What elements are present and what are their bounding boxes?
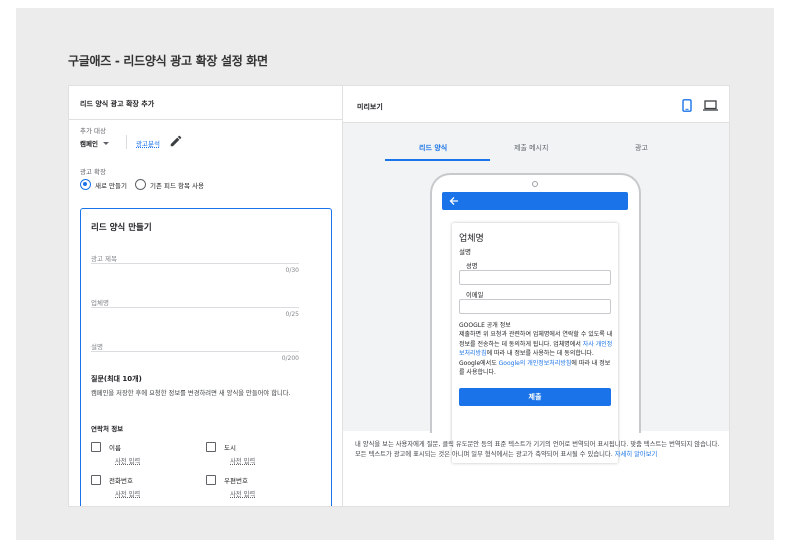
email-input[interactable] [459,299,611,314]
description-field[interactable]: 설명 [91,341,103,351]
pencil-icon[interactable] [169,134,183,148]
contact-info-title: 연락처 정보 [91,425,124,433]
radio-existing-label: 기존 피드 항목 사용 [149,181,205,190]
tab-lead-form[interactable]: 리드 양식 [419,143,447,153]
extension-settings-panel: 리드 양식 광고 확장 추가 추가 대상 캠페인 광고분석 광고 확장 새로 만… [69,86,343,506]
checkbox-text: 우편번호 사전 입력 [224,475,255,498]
questions-title: 질문(최대 10개) [91,375,142,383]
checkbox-label: 도시 [224,444,236,452]
lead-form-preview: 업체명 설명 성명 이메일 GOOGLE 공개 정보 제출하면 위 요청과 관련… [452,223,618,463]
headline-field[interactable]: 광고 제목 [91,253,117,263]
target-label: 추가 대상 [80,127,106,135]
preview-business-name: 업체명 [459,234,484,244]
chevron-down-icon [102,141,109,145]
checkbox-item-phone[interactable]: 전화번호 사전 입력 [91,475,140,498]
radio-existing[interactable] [134,179,146,190]
campaign-type-value: 캠페인 [80,140,98,148]
laptop-device-icon[interactable] [703,100,718,111]
prefill-link[interactable]: 사전 입력 [230,456,255,465]
phone-mockup: 업체명 설명 성명 이메일 GOOGLE 공개 정보 제출하면 위 요청과 관련… [430,173,641,463]
checkbox-item-zip[interactable]: 우편번호 사전 입력 [206,475,255,498]
checkbox-item-name[interactable]: 이름 사전 입력 [91,442,140,465]
checkbox-label: 전화번호 [109,477,133,485]
submit-button[interactable]: 제출 [459,388,611,406]
name-input[interactable] [459,270,611,285]
radio-new-label: 새로 만들기 [95,181,127,190]
panel-title: 리드 양식 광고 확장 추가 [80,100,155,108]
campaign-type-dropdown[interactable]: 캠페인 [80,138,109,148]
tab-ad[interactable]: 광고 [635,143,648,153]
translation-notice: 내 양식을 보는 사용자에게 질문, 클릭 유도문안 등의 표준 텍스트가 기기… [355,440,723,460]
notice-text: 내 양식을 보는 사용자에게 질문, 클릭 유도문안 등의 표준 텍스트가 기기… [355,441,720,458]
card-title: 리드 양식 만들기 [91,223,152,233]
field-underline [91,307,299,308]
checkbox[interactable] [206,475,216,485]
back-arrow-icon[interactable] [449,196,459,206]
campaign-name-link[interactable]: 광고분석 [136,138,160,148]
checkbox-text: 이름 사전 입력 [109,442,140,465]
prefill-link[interactable]: 사전 입력 [115,489,140,498]
checkbox-label: 우편번호 [224,477,248,485]
prefill-link[interactable]: 사전 입력 [115,456,140,465]
google-disclosure-title: GOOGLE 공개 정보 [459,322,511,329]
business-name-field[interactable]: 업체명 [91,297,109,307]
preview-title: 미리보기 [357,103,383,111]
extension-label: 광고 확장 [80,168,106,176]
phone-camera [532,181,538,187]
name-input-label: 성명 [466,263,478,270]
checkbox-text: 도시 사전 입력 [224,442,255,465]
business-name-counter: 0/25 [285,311,299,318]
questions-description: 캠페인을 저장한 후에 요청한 정보를 변경하려면 새 양식을 만들어야 합니다… [91,390,291,397]
divider [69,119,342,120]
email-input-label: 이메일 [466,292,484,299]
description-counter: 0/200 [281,355,299,362]
mobile-device-icon[interactable] [682,99,692,112]
preview-description: 설명 [459,248,471,256]
field-underline [91,351,299,352]
checkbox[interactable] [91,442,101,452]
lead-form-card: 리드 양식 만들기 광고 제목 0/30 업체명 0/25 설명 0/200 질… [80,208,332,506]
preview-panel: 미리보기 리드 양식 제출 메시지 광고 업체명 설명 성명 이메일 GOOGL… [343,86,729,506]
field-underline [91,263,299,264]
extension-radio-group: 새로 만들기 기존 피드 항목 사용 [80,179,212,190]
checkbox[interactable] [206,442,216,452]
learn-more-link[interactable]: 자세히 알아보기 [615,451,658,458]
ads-extension-window: 리드 양식 광고 확장 추가 추가 대상 캠페인 광고분석 광고 확장 새로 만… [68,85,730,507]
checkbox-label: 이름 [109,444,121,452]
active-tab-indicator [385,159,490,161]
checkbox[interactable] [91,475,101,485]
radio-new[interactable] [80,179,91,190]
tab-submit-message[interactable]: 제출 메시지 [514,143,548,153]
headline-counter: 0/30 [285,267,299,274]
google-disclosure-text: 제출하면 위 요청과 관련하여 업체명에서 연락할 수 있도록 내 정보를 전송… [459,330,613,378]
page-caption: 구글애즈 - 리드양식 광고 확장 설정 화면 [68,54,268,68]
preview-canvas: 리드 양식 제출 메시지 광고 업체명 설명 성명 이메일 GOOGLE 공개 … [343,123,729,463]
checkbox-text: 전화번호 사전 입력 [109,475,140,498]
checkbox-item-city[interactable]: 도시 사전 입력 [206,442,255,465]
phone-app-bar [442,192,628,210]
google-privacy-link[interactable]: Google의 개인정보처리방침 [499,360,572,367]
prefill-link[interactable]: 사전 입력 [230,489,255,498]
divider [126,135,127,149]
